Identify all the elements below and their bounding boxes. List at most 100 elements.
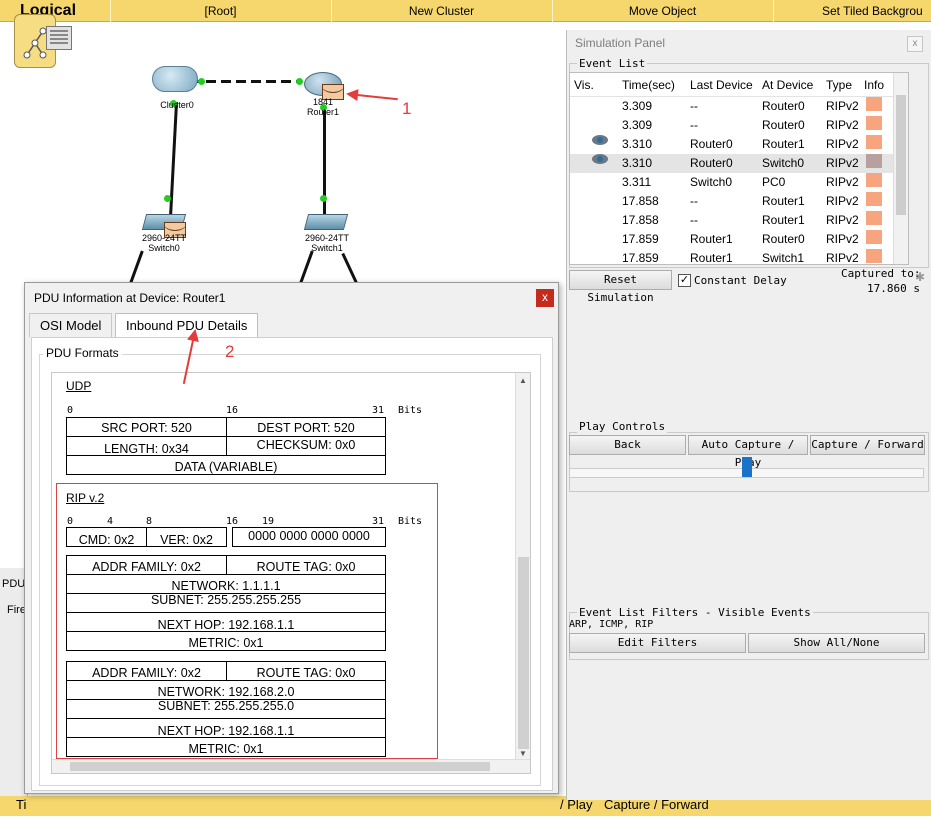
col-type[interactable]: Type — [826, 73, 852, 97]
event-filters-label: Event List Filters - Visible Events — [577, 606, 813, 619]
cluster-cloud-icon[interactable] — [152, 66, 198, 92]
pdu-vertical-scrollbar[interactable]: ▲ ▼ — [515, 373, 530, 761]
annotation-number-2: 2 — [225, 342, 235, 361]
event-type: RIPv2 — [826, 118, 859, 132]
root-breadcrumb[interactable]: [Root] — [110, 0, 330, 22]
event-info-color-box[interactable] — [866, 249, 882, 263]
edit-filters-button[interactable]: Edit Filters — [569, 633, 746, 653]
pdu-formats-label: PDU Formats — [43, 346, 122, 360]
udp-dest-port: DEST PORT: 520 — [226, 417, 386, 437]
visible-eye-icon[interactable] — [592, 135, 608, 145]
scrollbar-thumb[interactable] — [896, 95, 906, 215]
event-type: RIPv2 — [826, 175, 859, 189]
constant-delay-checkbox[interactable]: ✓ — [678, 274, 691, 287]
set-tiled-background-button[interactable]: Set Tiled Backgrou — [773, 0, 931, 22]
event-at-device: Router1 — [762, 194, 805, 208]
col-info[interactable]: Info — [864, 73, 884, 97]
asterisk-icon: ✱ — [914, 270, 925, 284]
event-info-color-box[interactable] — [866, 135, 882, 149]
link-status-dot — [320, 195, 327, 202]
reset-simulation-button[interactable]: Reset Simulation — [569, 270, 672, 304]
event-at-device: Router0 — [762, 118, 805, 132]
rip-network: NETWORK: 1.1.1.1 — [66, 574, 386, 594]
rip-addr-family: ADDR FAMILY: 0x2 — [66, 661, 227, 681]
col-time[interactable]: Time(sec) — [622, 73, 675, 97]
scroll-down-icon[interactable]: ▼ — [519, 749, 527, 758]
event-table-header: Vis. Time(sec) Last Device At Device Typ… — [570, 73, 908, 97]
event-info-color-box[interactable] — [866, 97, 882, 111]
event-last-device: Router0 — [690, 137, 733, 151]
simulation-panel: Simulation Panel x Event List Vis. Time(… — [566, 30, 931, 800]
event-row[interactable]: 3.309 -- Router0 RIPv2 — [570, 97, 908, 116]
router1-model: 1841 — [312, 97, 334, 107]
event-row[interactable]: 17.859 Router1 Switch1 RIPv2 — [570, 249, 908, 265]
back-button[interactable]: Back — [569, 435, 686, 455]
capture-forward-button[interactable]: Capture / Forward — [810, 435, 925, 455]
visible-eye-icon[interactable] — [592, 154, 608, 164]
device-list-icon[interactable] — [46, 26, 72, 50]
show-all-none-button[interactable]: Show All/None — [748, 633, 925, 653]
tab-inbound-pdu-details[interactable]: Inbound PDU Details — [115, 313, 259, 337]
new-cluster-button[interactable]: New Cluster — [331, 0, 551, 22]
event-info-color-box[interactable] — [866, 211, 882, 225]
switch1-label: Switch1 — [311, 243, 343, 253]
col-vis[interactable]: Vis. — [574, 73, 594, 97]
event-info-color-box[interactable] — [866, 173, 882, 187]
event-list-scrollbar[interactable] — [893, 73, 908, 264]
scrollbar-thumb[interactable] — [518, 557, 529, 749]
scroll-up-icon[interactable]: ▲ — [519, 376, 527, 385]
event-row[interactable]: 3.310 Router0 Router1 RIPv2 — [570, 135, 908, 154]
event-time: 3.309 — [622, 99, 653, 113]
rip-bit-4: 4 — [107, 516, 114, 527]
event-last-device: Router1 — [690, 232, 733, 246]
pdu-tab-label[interactable]: PDU — [2, 578, 25, 590]
switch1-icon[interactable] — [303, 214, 349, 230]
rip-bit-8: 8 — [146, 516, 153, 527]
event-type: RIPv2 — [826, 194, 859, 208]
auto-capture-play-button[interactable]: Auto Capture / Play — [688, 435, 808, 469]
rip-title: RIP v.2 — [66, 491, 105, 505]
event-list-table[interactable]: Vis. Time(sec) Last Device At Device Typ… — [569, 72, 909, 265]
event-at-device: PC0 — [762, 175, 786, 189]
simulation-panel-close-button[interactable]: x — [907, 36, 923, 52]
udp-checksum: CHECKSUM: 0x0 — [226, 436, 386, 456]
play-speed-slider-thumb[interactable] — [742, 457, 752, 477]
constant-delay-label: Constant Delay — [694, 274, 787, 287]
event-row[interactable]: 3.310 Router0 Switch0 RIPv2 — [570, 154, 908, 173]
event-row[interactable]: 17.859 Router1 Router0 RIPv2 — [570, 230, 908, 249]
event-row[interactable]: 17.858 -- Router1 RIPv2 — [570, 192, 908, 211]
event-at-device: Router0 — [762, 232, 805, 246]
switch0-label: Switch0 — [148, 243, 180, 253]
simulation-panel-title: Simulation Panel — [575, 36, 666, 50]
pdu-formats-scroll-area[interactable]: UDP 0 16 31 Bits SRC PORT: 520 DEST PORT… — [51, 372, 531, 774]
event-info-color-box[interactable] — [866, 116, 882, 130]
udp-title: UDP — [66, 379, 92, 393]
event-at-device: Switch1 — [762, 251, 805, 265]
pdu-dialog-close-button[interactable]: x — [536, 289, 554, 307]
event-info-color-box[interactable] — [866, 192, 882, 206]
annotation-number-1: 1 — [402, 99, 412, 118]
router1-label: Router1 — [306, 107, 340, 117]
event-type: RIPv2 — [826, 156, 859, 170]
event-time: 3.311 — [622, 175, 652, 189]
udp-bit-0: 0 — [67, 405, 74, 416]
rip-metric: METRIC: 0x1 — [66, 737, 386, 757]
udp-bit-31: 31 — [372, 405, 385, 416]
pdu-horizontal-scrollbar[interactable] — [52, 759, 530, 773]
udp-bits-label: Bits — [398, 405, 423, 416]
scrollbar-thumb[interactable] — [70, 762, 490, 771]
event-row[interactable]: 3.309 -- Router0 RIPv2 — [570, 116, 908, 135]
event-row[interactable]: 17.858 -- Router1 RIPv2 — [570, 211, 908, 230]
event-row[interactable]: 3.311 Switch0 PC0 RIPv2 — [570, 173, 908, 192]
tab-osi-model[interactable]: OSI Model — [29, 313, 113, 337]
move-object-button[interactable]: Move Object — [552, 0, 772, 22]
top-toolbar: Logical [Root] New Cluster Move Object S… — [0, 0, 931, 22]
event-last-device: Router1 — [690, 251, 733, 265]
col-last-device[interactable]: Last Device — [690, 73, 753, 97]
rip-metric: METRIC: 0x1 — [66, 631, 386, 651]
udp-src-port: SRC PORT: 520 — [66, 417, 227, 437]
event-info-color-box[interactable] — [866, 154, 882, 168]
col-at-device[interactable]: At Device — [762, 73, 813, 97]
event-info-color-box[interactable] — [866, 230, 882, 244]
link-status-dot — [198, 78, 205, 85]
